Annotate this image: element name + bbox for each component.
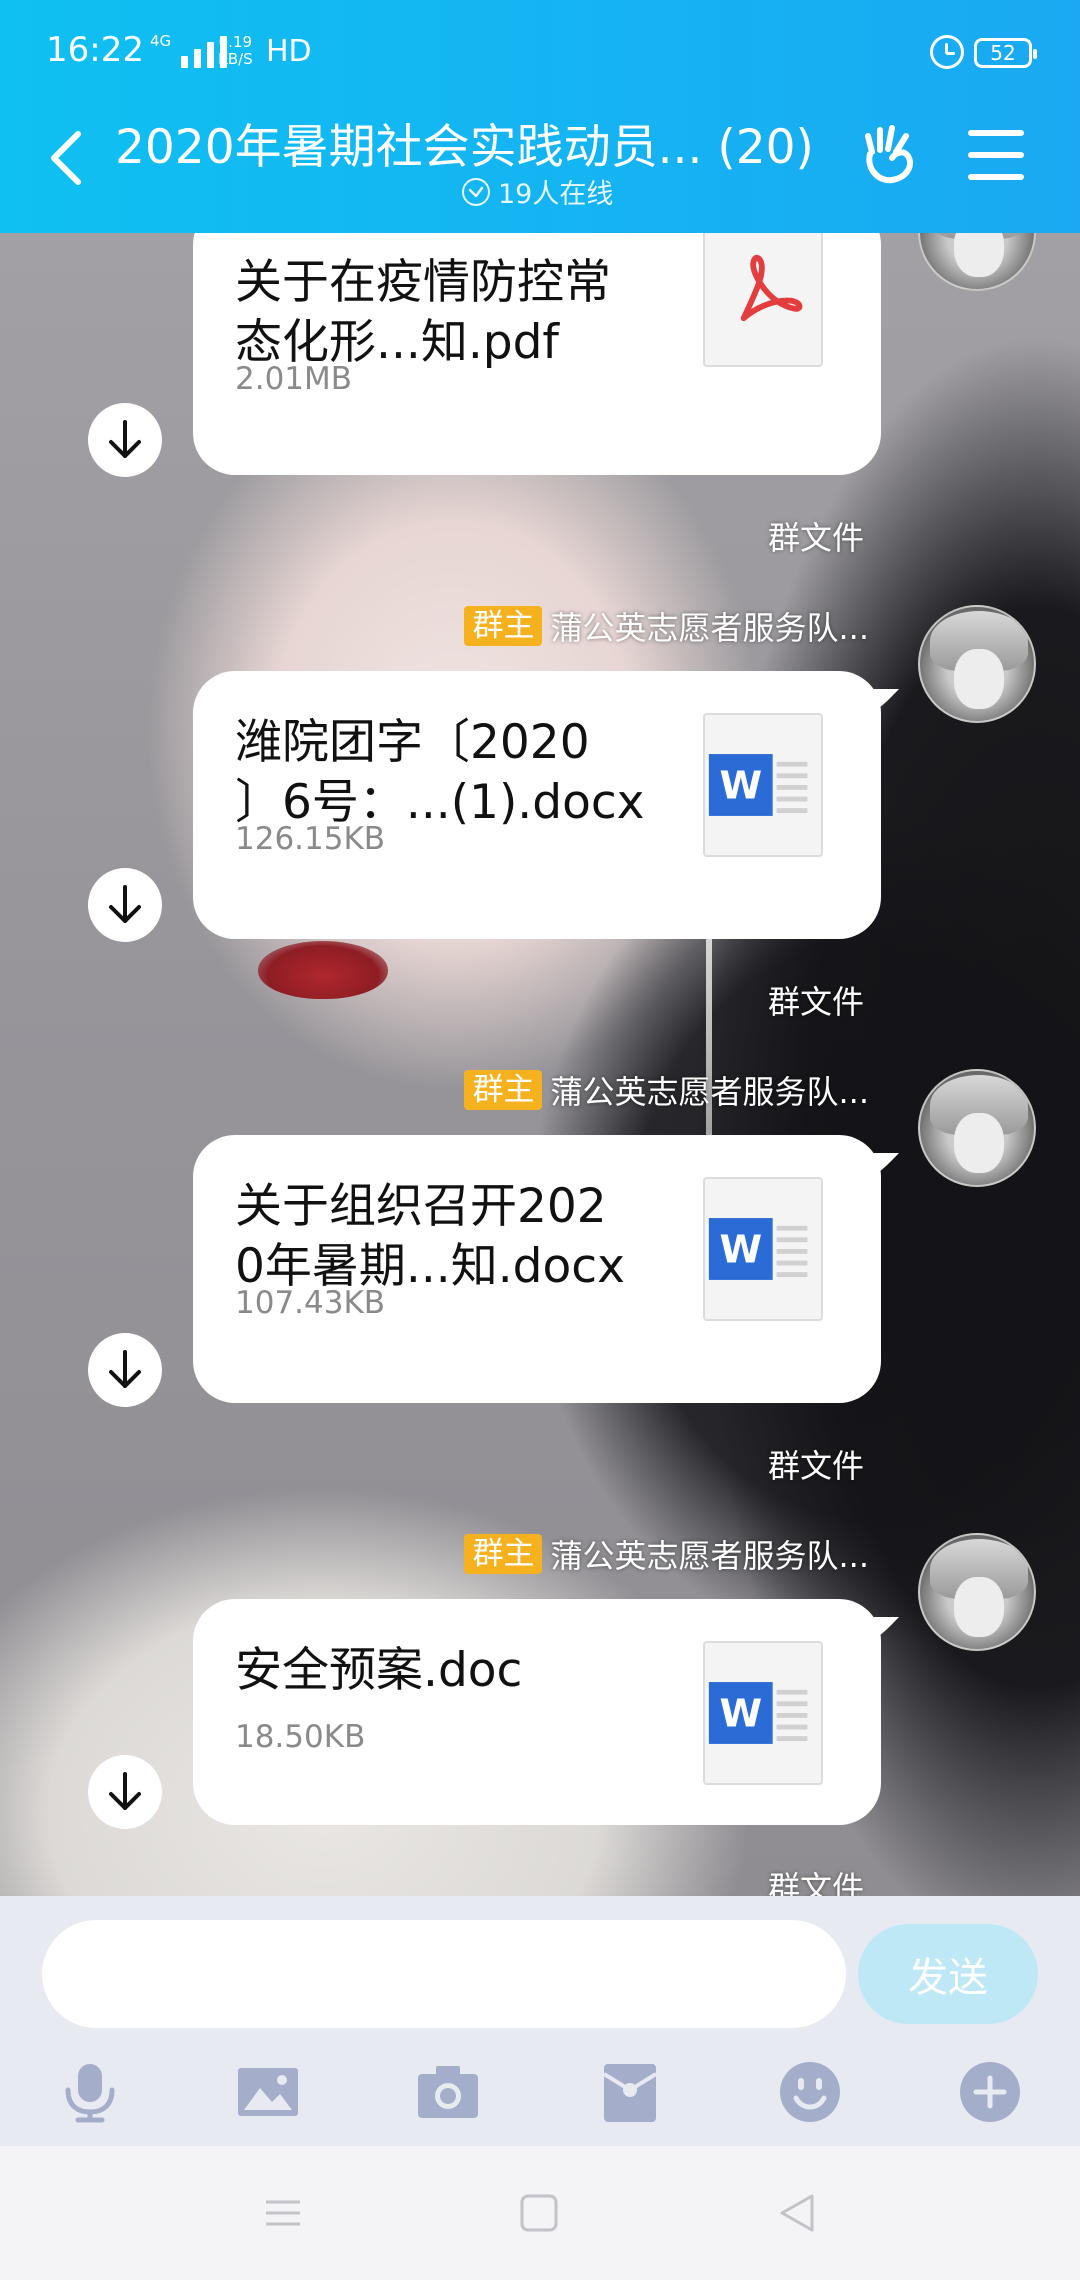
chat-header: 16:22 4G 0.19 KB/S HD 52 2020年暑期社会实践动员..… [0,0,1080,233]
menu-line [968,174,1024,180]
system-nav-bar [0,2146,1080,2280]
background-decoration [258,941,388,999]
voice-button[interactable] [58,2060,122,2124]
file-name: 关于组织召开202 0年暑期...知.docx [235,1179,625,1294]
network-type: 4G [150,32,172,50]
menu-line [968,152,1024,158]
download-icon [109,1350,141,1388]
bubble-tail [861,689,899,719]
download-button[interactable] [88,1333,162,1407]
triangle-back-icon [780,2194,814,2232]
bubble-tail [861,1617,899,1647]
check-circle-icon [462,177,490,206]
svg-text:W: W [719,764,762,809]
sender-row: 群主 蒲公英志愿者服务队... [464,605,869,647]
gesture-hand-button[interactable] [858,122,924,188]
menu-button[interactable] [968,130,1024,180]
owner-badge: 群主 [464,1070,543,1110]
sender-avatar[interactable] [918,1069,1036,1187]
more-button[interactable] [958,2060,1022,2124]
download-button[interactable] [88,1755,162,1829]
download-icon [109,885,141,923]
menu-lines-icon [266,2200,300,2226]
image-icon [238,2068,298,2116]
camera-icon [418,2066,478,2118]
download-icon [109,1772,141,1810]
image-button[interactable] [236,2060,300,2124]
sender-name[interactable]: 蒲公英志愿者服务队... [550,1067,869,1113]
sender-avatar[interactable] [918,605,1036,723]
red-packet-icon [602,2064,658,2122]
word-icon: W [703,713,823,857]
file-message[interactable]: 潍院团字〔2020 〕6号：...(1).docx 126.15KB W [193,671,899,939]
sender-avatar[interactable] [918,1533,1036,1651]
group-file-label: 群文件 [767,1447,864,1485]
svg-text:W: W [719,1692,762,1737]
camera-button[interactable] [416,2060,480,2124]
square-icon [520,2194,558,2232]
emoji-icon [780,2062,840,2122]
file-size: 126.15KB [235,821,386,857]
sender-row: 群主 蒲公英志愿者服务队... [464,1533,869,1575]
download-icon [109,420,141,458]
group-title[interactable]: 2020年暑期社会实践动员... (20) [115,108,814,177]
emoji-button[interactable] [778,2060,842,2124]
sender-name[interactable]: 蒲公英志愿者服务队... [550,1531,869,1577]
pdf-icon [703,233,823,367]
microphone-icon [65,2064,115,2123]
alarm-icon [930,35,964,69]
file-name: 关于在疫情防控常 态化形...知.pdf [235,255,611,370]
file-message[interactable]: 关于在疫情防控常 态化形...知.pdf 2.01MB [193,233,881,475]
owner-badge: 群主 [464,1534,543,1574]
sender-name[interactable]: 蒲公英志愿者服务队... [550,603,869,649]
hd-indicator: HD [266,34,312,69]
group-file-label: 群文件 [767,983,864,1021]
hand-icon [865,125,913,184]
file-size: 107.43KB [235,1285,386,1321]
file-name: 安全预案.doc [235,1643,523,1698]
chat-area[interactable]: 关于在疫情防控常 态化形...知.pdf 2.01MB 群文件 群主 蒲公英志愿… [0,233,1080,1896]
sender-avatar[interactable] [918,233,1036,291]
word-icon: W [703,1177,823,1321]
menu-line [968,130,1024,136]
send-button[interactable]: 发送 [858,1924,1038,2024]
svg-text:W: W [719,1228,762,1273]
word-icon: W [703,1641,823,1785]
message-input[interactable] [42,1920,846,2028]
red-packet-button[interactable] [598,2060,662,2124]
input-area: 发送 [0,1896,1080,2146]
file-size: 18.50KB [235,1719,366,1755]
battery-icon: 52 [974,38,1037,68]
home-button[interactable] [518,2192,560,2234]
owner-badge: 群主 [464,606,543,646]
chevron-left-icon [51,131,81,185]
online-count: 19人在线 [498,179,614,210]
back-button[interactable] [42,128,92,188]
file-message[interactable]: 关于组织召开202 0年暑期...知.docx 107.43KB W [193,1135,899,1403]
bubble-tail [861,1153,899,1183]
download-button[interactable] [88,403,162,477]
plus-icon [960,2062,1020,2122]
back-nav-button[interactable] [776,2192,818,2234]
signal-icon: 4G [150,32,228,68]
file-name: 潍院团字〔2020 〕6号：...(1).docx [235,715,645,830]
sender-row: 群主 蒲公英志愿者服务队... [464,1069,869,1111]
status-time: 16:22 [46,30,144,70]
online-status[interactable]: 19人在线 [462,172,613,211]
group-file-label: 群文件 [767,1869,864,1896]
status-bar: 16:22 4G 0.19 KB/S HD 52 [0,0,1080,100]
recent-apps-button[interactable] [262,2192,304,2234]
group-file-label: 群文件 [767,519,864,557]
network-speed: 0.19 KB/S [218,33,253,68]
file-message[interactable]: 安全预案.doc 18.50KB W [193,1599,899,1825]
file-size: 2.01MB [235,361,353,397]
download-button[interactable] [88,868,162,942]
